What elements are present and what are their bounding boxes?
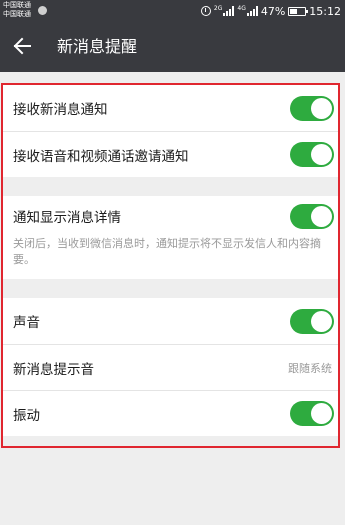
alarm-icon — [200, 6, 211, 16]
settings-highlight-box: 接收新消息通知 接收语音和视频通话邀请通知 通知显示消息详情 关闭后，当收到微信… — [1, 83, 340, 448]
back-button[interactable] — [6, 30, 38, 62]
sound-toggle[interactable] — [290, 308, 334, 334]
show-detail-toggle[interactable] — [290, 203, 334, 229]
carrier-info: 中国联通 中国联通 — [3, 1, 31, 19]
show-detail-row[interactable]: 通知显示消息详情 — [3, 196, 338, 236]
signal-icon — [223, 6, 235, 16]
vibrate-label: 振动 — [13, 407, 40, 424]
sound-row[interactable]: 声音 — [3, 298, 338, 344]
network-type-2: 4G — [237, 4, 246, 12]
group-divider — [3, 279, 338, 298]
receive-call-invite-row[interactable]: 接收语音和视频通话邀请通知 — [3, 131, 338, 177]
receive-new-message-row[interactable]: 接收新消息通知 — [3, 85, 338, 131]
settings-group-notifications: 接收新消息通知 接收语音和视频通话邀请通知 — [3, 85, 338, 177]
signal-icon-2 — [246, 6, 258, 16]
toggle-knob — [311, 205, 332, 227]
sound-label: 声音 — [13, 315, 40, 331]
settings-group-sound: 声音 新消息提示音 跟随系统 振动 — [3, 298, 338, 436]
receive-call-invite-toggle[interactable] — [290, 142, 334, 167]
toggle-knob — [311, 310, 332, 332]
carrier-1: 中国联通 — [3, 1, 31, 9]
location-icon — [38, 6, 47, 15]
battery-icon — [288, 6, 309, 16]
show-detail-description: 关闭后，当收到微信消息时，通知提示将不显示发信人和内容摘要。 — [13, 237, 321, 266]
arrow-left-icon — [13, 37, 31, 55]
network-type-1: 2G — [213, 4, 223, 12]
show-detail-label: 通知显示消息详情 — [13, 210, 121, 226]
message-tone-row[interactable]: 新消息提示音 跟随系统 — [3, 344, 338, 390]
page-title: 新消息提醒 — [57, 37, 138, 56]
receive-new-message-toggle[interactable] — [290, 95, 334, 121]
receive-call-invite-label: 接收语音和视频通话邀请通知 — [13, 148, 189, 165]
group-divider — [3, 177, 338, 196]
settings-group-detail: 通知显示消息详情 关闭后，当收到微信消息时，通知提示将不显示发信人和内容摘要。 — [3, 196, 338, 279]
status-bar: 中国联通 中国联通 2G 4G 47% 15:12 — [0, 0, 345, 22]
toggle-knob — [311, 97, 332, 119]
battery-percent: 47% — [260, 4, 286, 18]
vibrate-row[interactable]: 振动 — [3, 390, 338, 436]
status-indicators: 2G 4G 47% 15:12 — [200, 2, 341, 20]
toggle-knob — [311, 144, 332, 165]
message-tone-value: 跟随系统 — [288, 361, 332, 375]
app-header: 新消息提醒 — [0, 22, 345, 72]
clock: 15:12 — [309, 4, 341, 18]
vibrate-toggle[interactable] — [290, 401, 334, 426]
carrier-2: 中国联通 — [3, 10, 31, 18]
toggle-knob — [311, 403, 332, 424]
message-tone-label: 新消息提示音 — [13, 361, 94, 378]
receive-new-message-label: 接收新消息通知 — [13, 102, 108, 118]
